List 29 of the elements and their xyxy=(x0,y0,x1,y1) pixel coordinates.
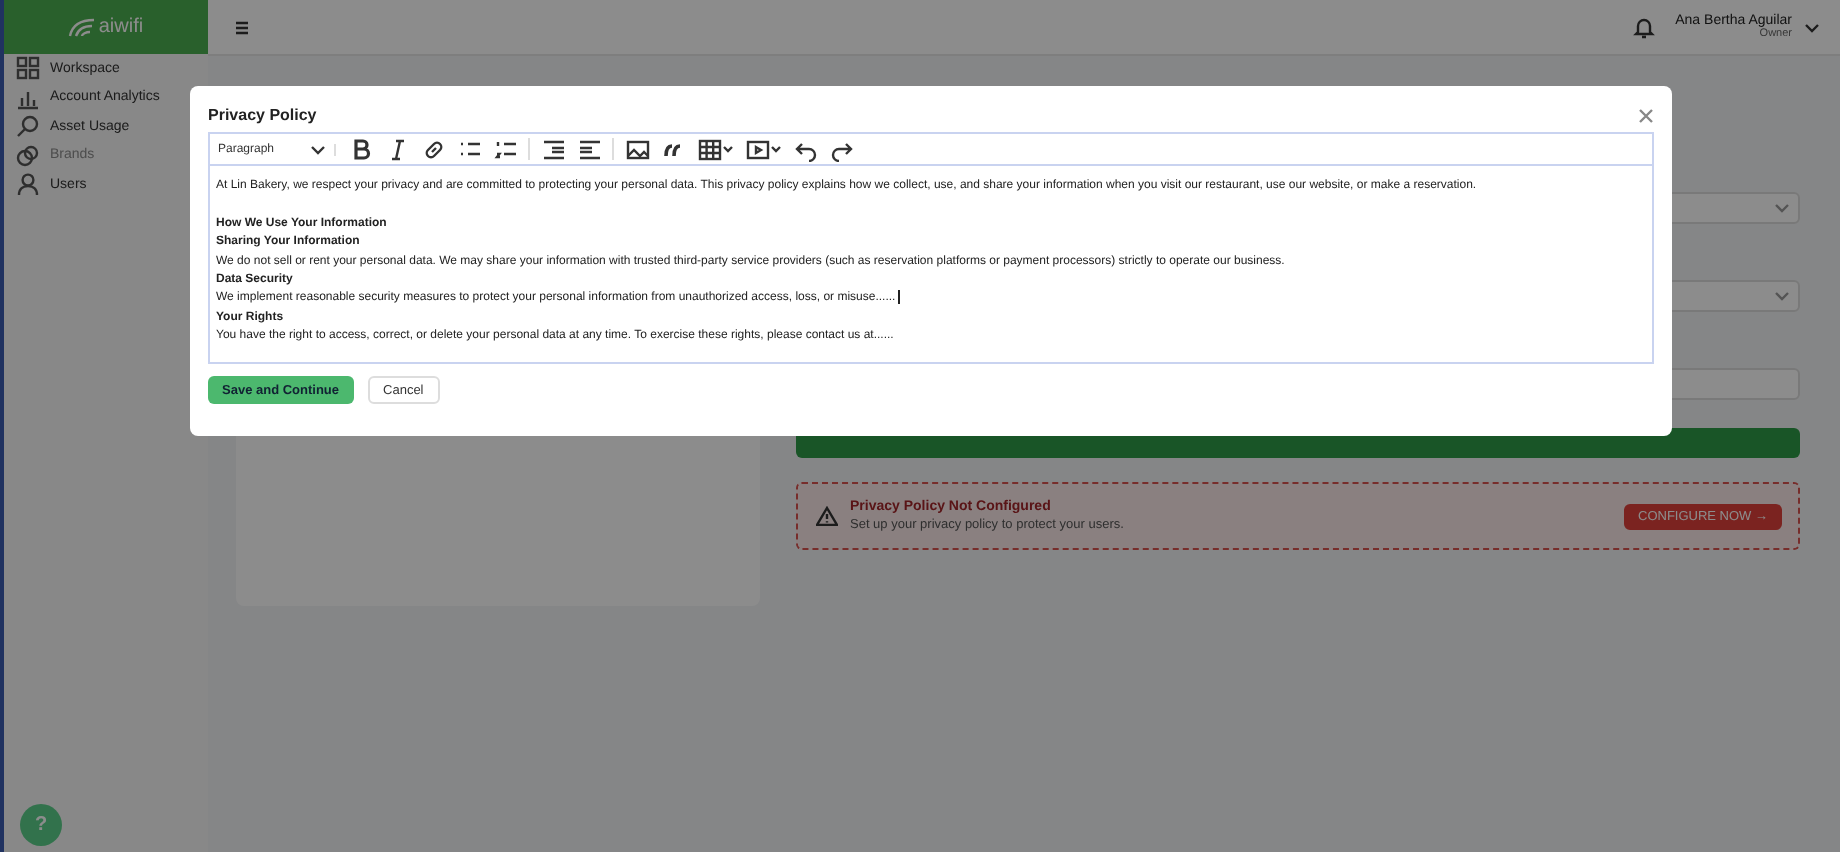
chevron-down-icon xyxy=(310,143,326,155)
bulleted-list-icon[interactable] xyxy=(457,137,481,161)
chevron-down-icon xyxy=(1774,202,1790,214)
outdent-icon[interactable] xyxy=(541,137,565,161)
media-icon[interactable] xyxy=(745,137,769,161)
image-icon[interactable] xyxy=(625,137,649,161)
bold-icon[interactable] xyxy=(349,137,373,161)
circles-icon xyxy=(16,143,40,168)
modal-title: Privacy Policy xyxy=(208,106,317,124)
table-icon[interactable] xyxy=(697,137,721,161)
indent-icon[interactable] xyxy=(577,137,601,161)
wifi-arcs-icon xyxy=(68,17,97,37)
chevron-down-icon xyxy=(1774,290,1790,302)
redo-icon[interactable] xyxy=(829,137,853,161)
text-editor[interactable] xyxy=(208,132,1654,364)
search-icon xyxy=(16,114,40,139)
warning-icon xyxy=(816,506,838,526)
logo-text: aiwifi xyxy=(98,16,144,38)
numbered-list-icon[interactable] xyxy=(493,137,517,161)
undo-icon[interactable] xyxy=(793,137,817,161)
link-icon[interactable] xyxy=(421,137,445,161)
grid-icon xyxy=(16,56,40,81)
chevron-down-icon[interactable] xyxy=(721,144,733,154)
chevron-down-icon[interactable] xyxy=(769,144,781,154)
chevron-down-icon[interactable] xyxy=(1804,21,1820,33)
menu-icon[interactable] xyxy=(234,19,250,35)
close-icon[interactable] xyxy=(1638,107,1654,123)
user-icon xyxy=(16,172,40,197)
bell-icon[interactable] xyxy=(1631,15,1656,39)
